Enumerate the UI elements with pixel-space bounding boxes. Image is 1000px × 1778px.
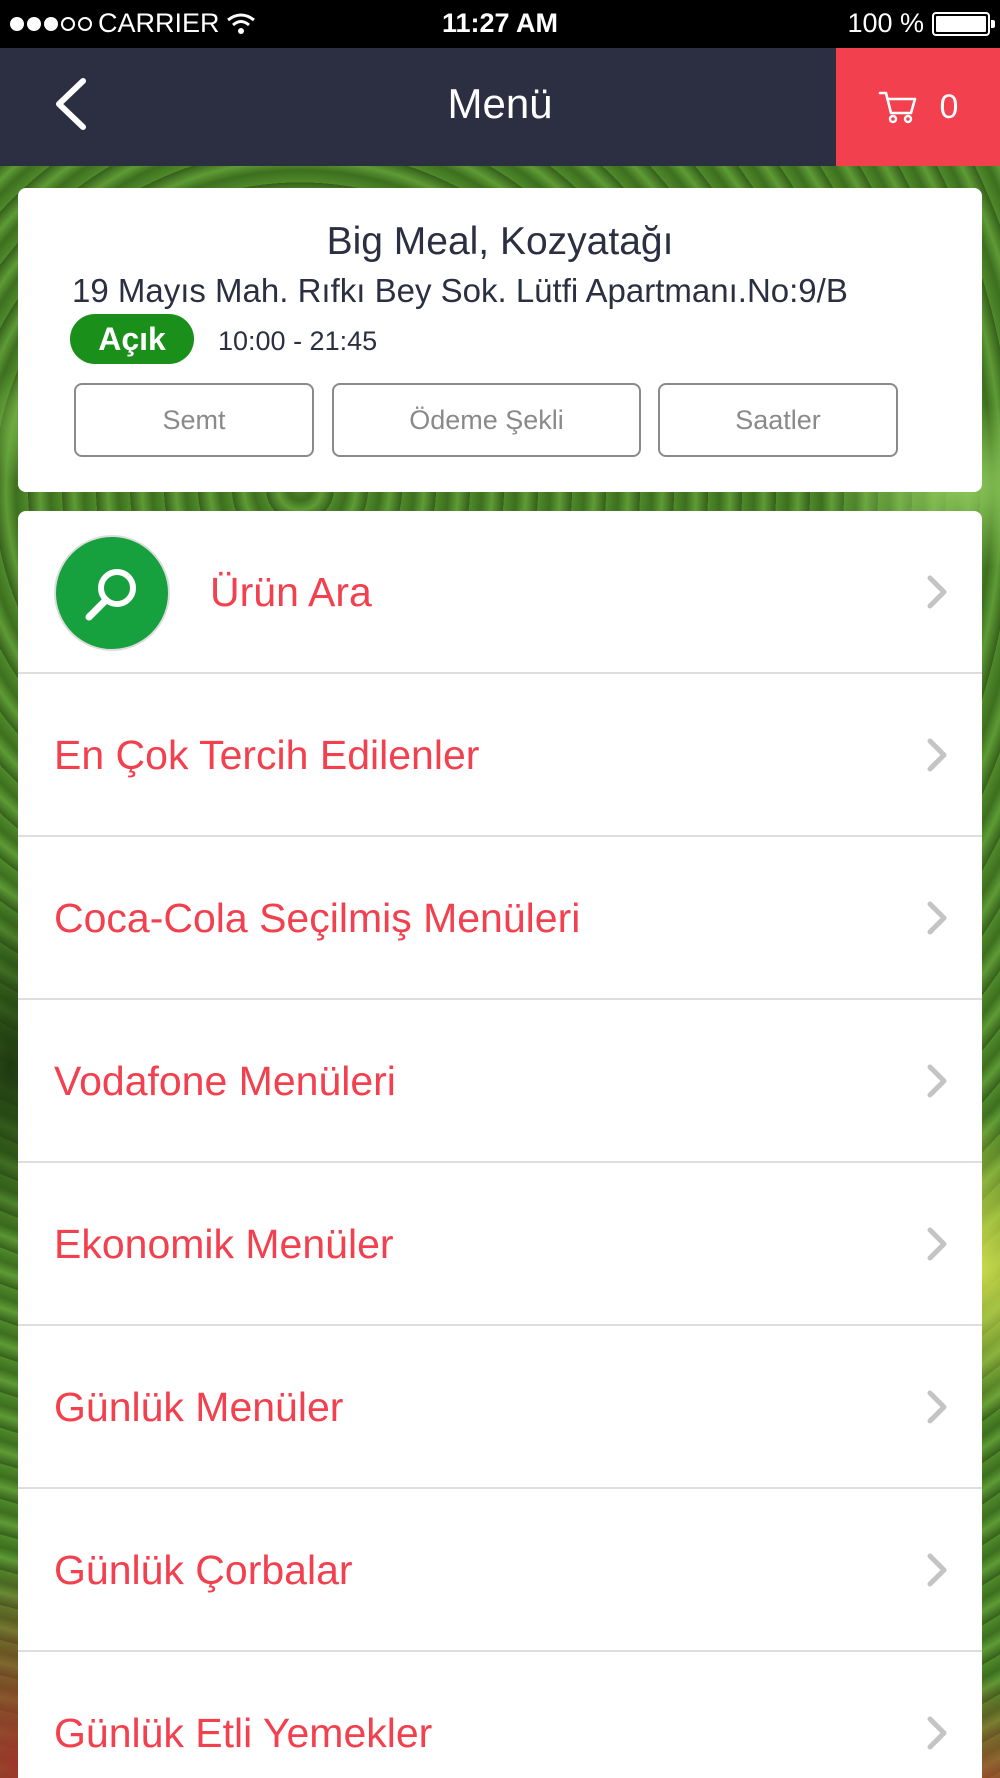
menu-item-label: Coca-Cola Seçilmiş Menüleri	[54, 895, 581, 941]
chevron-right-icon	[927, 1390, 947, 1424]
chevron-right-icon	[927, 1227, 947, 1261]
chevron-right-icon	[927, 1064, 947, 1098]
menu-item-daily-menus[interactable]: Günlük Menüler	[18, 1326, 982, 1489]
opening-hours: 10:00 - 21:45	[218, 326, 378, 356]
menu-item-daily-soups[interactable]: Günlük Çorbalar	[18, 1489, 982, 1652]
search-icon	[54, 535, 170, 651]
menu-item-label: Ekonomik Menüler	[54, 1221, 394, 1267]
chevron-right-icon	[927, 1553, 947, 1587]
menu-item-label: Vodafone Menüleri	[54, 1058, 396, 1104]
battery-info: 100 %	[847, 8, 995, 39]
payment-method-button[interactable]: Ödeme Şekli	[332, 383, 641, 457]
menu-item-label: En Çok Tercih Edilenler	[54, 732, 480, 778]
menu-item-label: Günlük Çorbalar	[54, 1547, 353, 1593]
restaurant-name: Big Meal, Kozyatağı	[326, 220, 674, 263]
open-status-badge: Açık	[70, 314, 194, 364]
restaurant-info-card: Big Meal, Kozyatağı 19 Mayıs Mah. Rıfkı …	[18, 188, 982, 492]
hours-button[interactable]: Saatler	[658, 383, 898, 457]
status-bar: CARRIER 11:27 AM 100 %	[0, 0, 1000, 48]
chevron-right-icon	[927, 575, 947, 609]
navigation-bar: Menü 0	[0, 48, 1000, 166]
district-button[interactable]: Semt	[74, 383, 314, 457]
menu-item-coca-cola-menus[interactable]: Coca-Cola Seçilmiş Menüleri	[18, 837, 982, 1000]
menu-item-label: Günlük Etli Yemekler	[54, 1710, 433, 1756]
chevron-right-icon	[927, 901, 947, 935]
menu-item-vodafone-menus[interactable]: Vodafone Menüleri	[18, 1000, 982, 1163]
menu-item-label: Günlük Menüler	[54, 1384, 344, 1430]
battery-label: 100 %	[847, 8, 924, 38]
cart-icon	[878, 91, 916, 124]
chevron-right-icon	[927, 738, 947, 772]
battery-icon	[932, 11, 995, 36]
menu-item-daily-meat-dishes[interactable]: Günlük Etli Yemekler	[18, 1652, 982, 1778]
menu-category-list: Ürün Ara En Çok Tercih Edilenler Coca-Co…	[18, 511, 982, 1778]
menu-item-product-search[interactable]: Ürün Ara	[18, 511, 982, 674]
menu-item-most-preferred[interactable]: En Çok Tercih Edilenler	[18, 674, 982, 837]
chevron-right-icon	[927, 1716, 947, 1750]
cart-count: 0	[939, 87, 959, 126]
menu-item-label: Ürün Ara	[210, 569, 372, 615]
restaurant-address: 19 Mayıs Mah. Rıfkı Bey Sok. Lütfi Apart…	[72, 272, 848, 309]
cart-button[interactable]: 0	[836, 48, 1000, 166]
menu-item-economic-menus[interactable]: Ekonomik Menüler	[18, 1163, 982, 1326]
